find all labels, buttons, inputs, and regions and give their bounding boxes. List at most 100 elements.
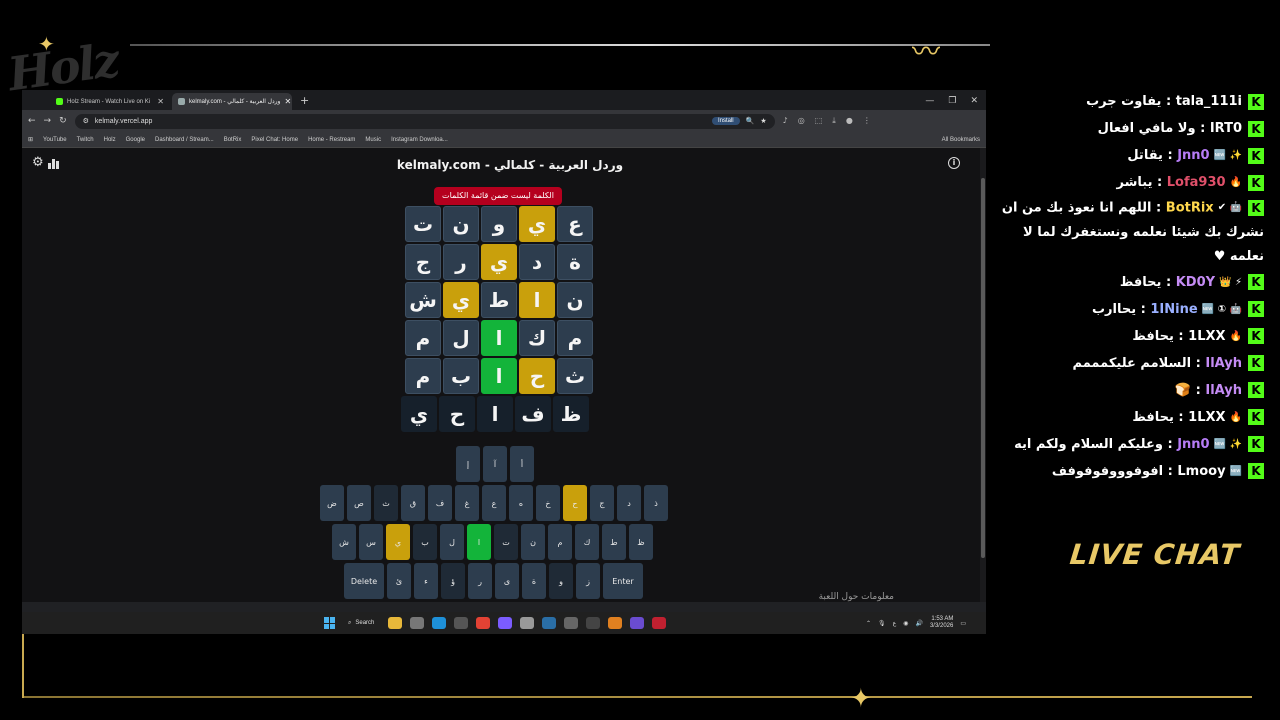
app-icon[interactable] (586, 617, 601, 629)
app-icon[interactable] (652, 617, 667, 629)
key-letter[interactable]: غ (455, 485, 479, 521)
key-letter[interactable]: و (549, 563, 573, 599)
key-letter[interactable]: ؤ (441, 563, 465, 599)
discord-icon[interactable] (498, 617, 513, 629)
network-icon[interactable]: ◉ (903, 620, 908, 627)
key-letter[interactable]: أ (510, 446, 534, 482)
app-icon[interactable] (454, 617, 469, 629)
key-letter[interactable]: د (617, 485, 641, 521)
bookmark-google[interactable]: Google (126, 137, 145, 143)
key-letter[interactable]: ة (522, 563, 546, 599)
scrollbar[interactable] (980, 148, 986, 602)
all-bookmarks[interactable]: All Bookmarks (942, 137, 980, 143)
chat-username[interactable]: BotRix (1166, 201, 1214, 216)
new-tab-button[interactable]: + (294, 94, 315, 110)
chat-username[interactable]: 1LXX (1188, 329, 1225, 344)
language-indicator[interactable]: ع (893, 620, 897, 627)
app-icon[interactable] (564, 617, 579, 629)
close-icon[interactable]: ✕ (284, 97, 291, 106)
info-icon[interactable]: i (948, 157, 960, 169)
key-letter[interactable]: ق (401, 485, 425, 521)
how-to-play-link[interactable]: معلومات حول اللعبة (819, 592, 894, 602)
extension-icon[interactable]: ◎ (798, 116, 805, 126)
clock[interactable]: 1:53 AM 3/3/2026 (930, 616, 953, 630)
key-letter[interactable]: ئ (387, 563, 411, 599)
key-letter[interactable]: ش (332, 524, 356, 560)
bookmark-star-icon[interactable]: ★ (760, 117, 766, 125)
key-letter[interactable]: ذ (644, 485, 668, 521)
app-icon[interactable] (520, 617, 535, 629)
key-letter[interactable]: ك (575, 524, 599, 560)
restore-icon[interactable]: ❐ (948, 96, 956, 106)
site-info-icon[interactable]: ⚙ (83, 117, 89, 125)
app-icon[interactable] (608, 617, 623, 629)
key-delete[interactable]: Delete (344, 563, 384, 599)
bookmark-music[interactable]: Music (365, 137, 381, 143)
forward-icon[interactable]: → (44, 116, 52, 126)
chat-username[interactable]: tala_111i (1176, 94, 1242, 109)
key-letter[interactable]: ء (414, 563, 438, 599)
chat-username[interactable]: Jnn0 (1177, 148, 1209, 163)
key-letter[interactable]: ر (468, 563, 492, 599)
bookmark-holz[interactable]: Holz (104, 137, 116, 143)
app-icon[interactable] (630, 617, 645, 629)
key-letter[interactable]: س (359, 524, 383, 560)
address-bar[interactable]: ⚙ kelmaly.vercel.app Install 🔍 ★ (74, 113, 775, 129)
key-letter[interactable]: ظ (629, 524, 653, 560)
chat-username[interactable]: Lofa930 (1167, 175, 1226, 190)
key-letter[interactable]: ح (563, 485, 587, 521)
scrollbar-thumb[interactable] (981, 178, 985, 558)
key-letter[interactable]: ط (602, 524, 626, 560)
tab-kelmaly[interactable]: kelmaly.com - وردل العربية - كلمالي ✕ (172, 93, 292, 110)
key-letter[interactable]: م (548, 524, 572, 560)
mic-icon[interactable]: 🎙 (878, 620, 886, 627)
file-explorer-icon[interactable] (388, 617, 403, 629)
bookmark-pixel-chat[interactable]: Pixel Chat: Home (251, 137, 298, 143)
profile-icon[interactable]: ● (846, 116, 853, 126)
close-icon[interactable]: ✕ (157, 97, 164, 106)
key-letter[interactable]: ث (374, 485, 398, 521)
bookmark-instagram[interactable]: Instagram Downloa... (391, 137, 448, 143)
tab-holz-stream[interactable]: Holz Stream - Watch Live on Ki ✕ (50, 93, 170, 110)
key-letter[interactable]: ع (482, 485, 506, 521)
key-letter[interactable]: ج (590, 485, 614, 521)
bookmark-restream[interactable]: Home - Restream (308, 137, 355, 143)
chat-username[interactable]: 1INine (1150, 302, 1197, 317)
key-letter[interactable]: ي (386, 524, 410, 560)
key-letter[interactable]: ز (576, 563, 600, 599)
key-letter[interactable]: ب (413, 524, 437, 560)
key-letter[interactable]: ى (495, 563, 519, 599)
chrome-icon[interactable] (476, 617, 491, 629)
bookmark-dashboard[interactable]: Dashboard / Stream... (155, 137, 214, 143)
chat-username[interactable]: IlAyh (1205, 356, 1242, 371)
apps-icon[interactable]: ⊞ (28, 136, 33, 143)
chat-username[interactable]: 1LXX (1188, 410, 1225, 425)
volume-icon[interactable]: 🔊 (915, 620, 922, 627)
download-icon[interactable]: ⤓ (832, 116, 836, 126)
chat-username[interactable]: Jnn0 (1177, 437, 1209, 452)
chat-username[interactable]: IRT0 (1210, 121, 1242, 136)
zoom-icon[interactable]: 🔍 (746, 117, 755, 125)
reload-icon[interactable]: ↻ (59, 116, 67, 126)
bookmark-twitch[interactable]: Twitch (77, 137, 94, 143)
key-letter[interactable]: إ (456, 446, 480, 482)
edge-icon[interactable] (432, 617, 447, 629)
mute-icon[interactable]: ♪ (783, 116, 788, 126)
key-letter[interactable]: آ (483, 446, 507, 482)
install-button[interactable]: Install (711, 117, 740, 125)
key-letter[interactable]: ت (494, 524, 518, 560)
steam-icon[interactable] (542, 617, 557, 629)
chevron-up-icon[interactable]: ⌃ (866, 620, 871, 627)
chat-username[interactable]: Lmooy (1177, 464, 1225, 479)
bookmark-botrix[interactable]: BotRix (224, 137, 242, 143)
key-letter[interactable]: ص (347, 485, 371, 521)
extension-icon[interactable]: ⬚ (815, 116, 823, 126)
bookmark-youtube[interactable]: YouTube (43, 137, 67, 143)
key-letter[interactable]: خ (536, 485, 560, 521)
windows-start-icon[interactable] (324, 617, 336, 629)
minimize-icon[interactable]: — (925, 96, 934, 106)
key-letter[interactable]: ل (440, 524, 464, 560)
key-letter[interactable]: ف (428, 485, 452, 521)
key-letter[interactable]: ن (521, 524, 545, 560)
key-letter[interactable]: ه (509, 485, 533, 521)
